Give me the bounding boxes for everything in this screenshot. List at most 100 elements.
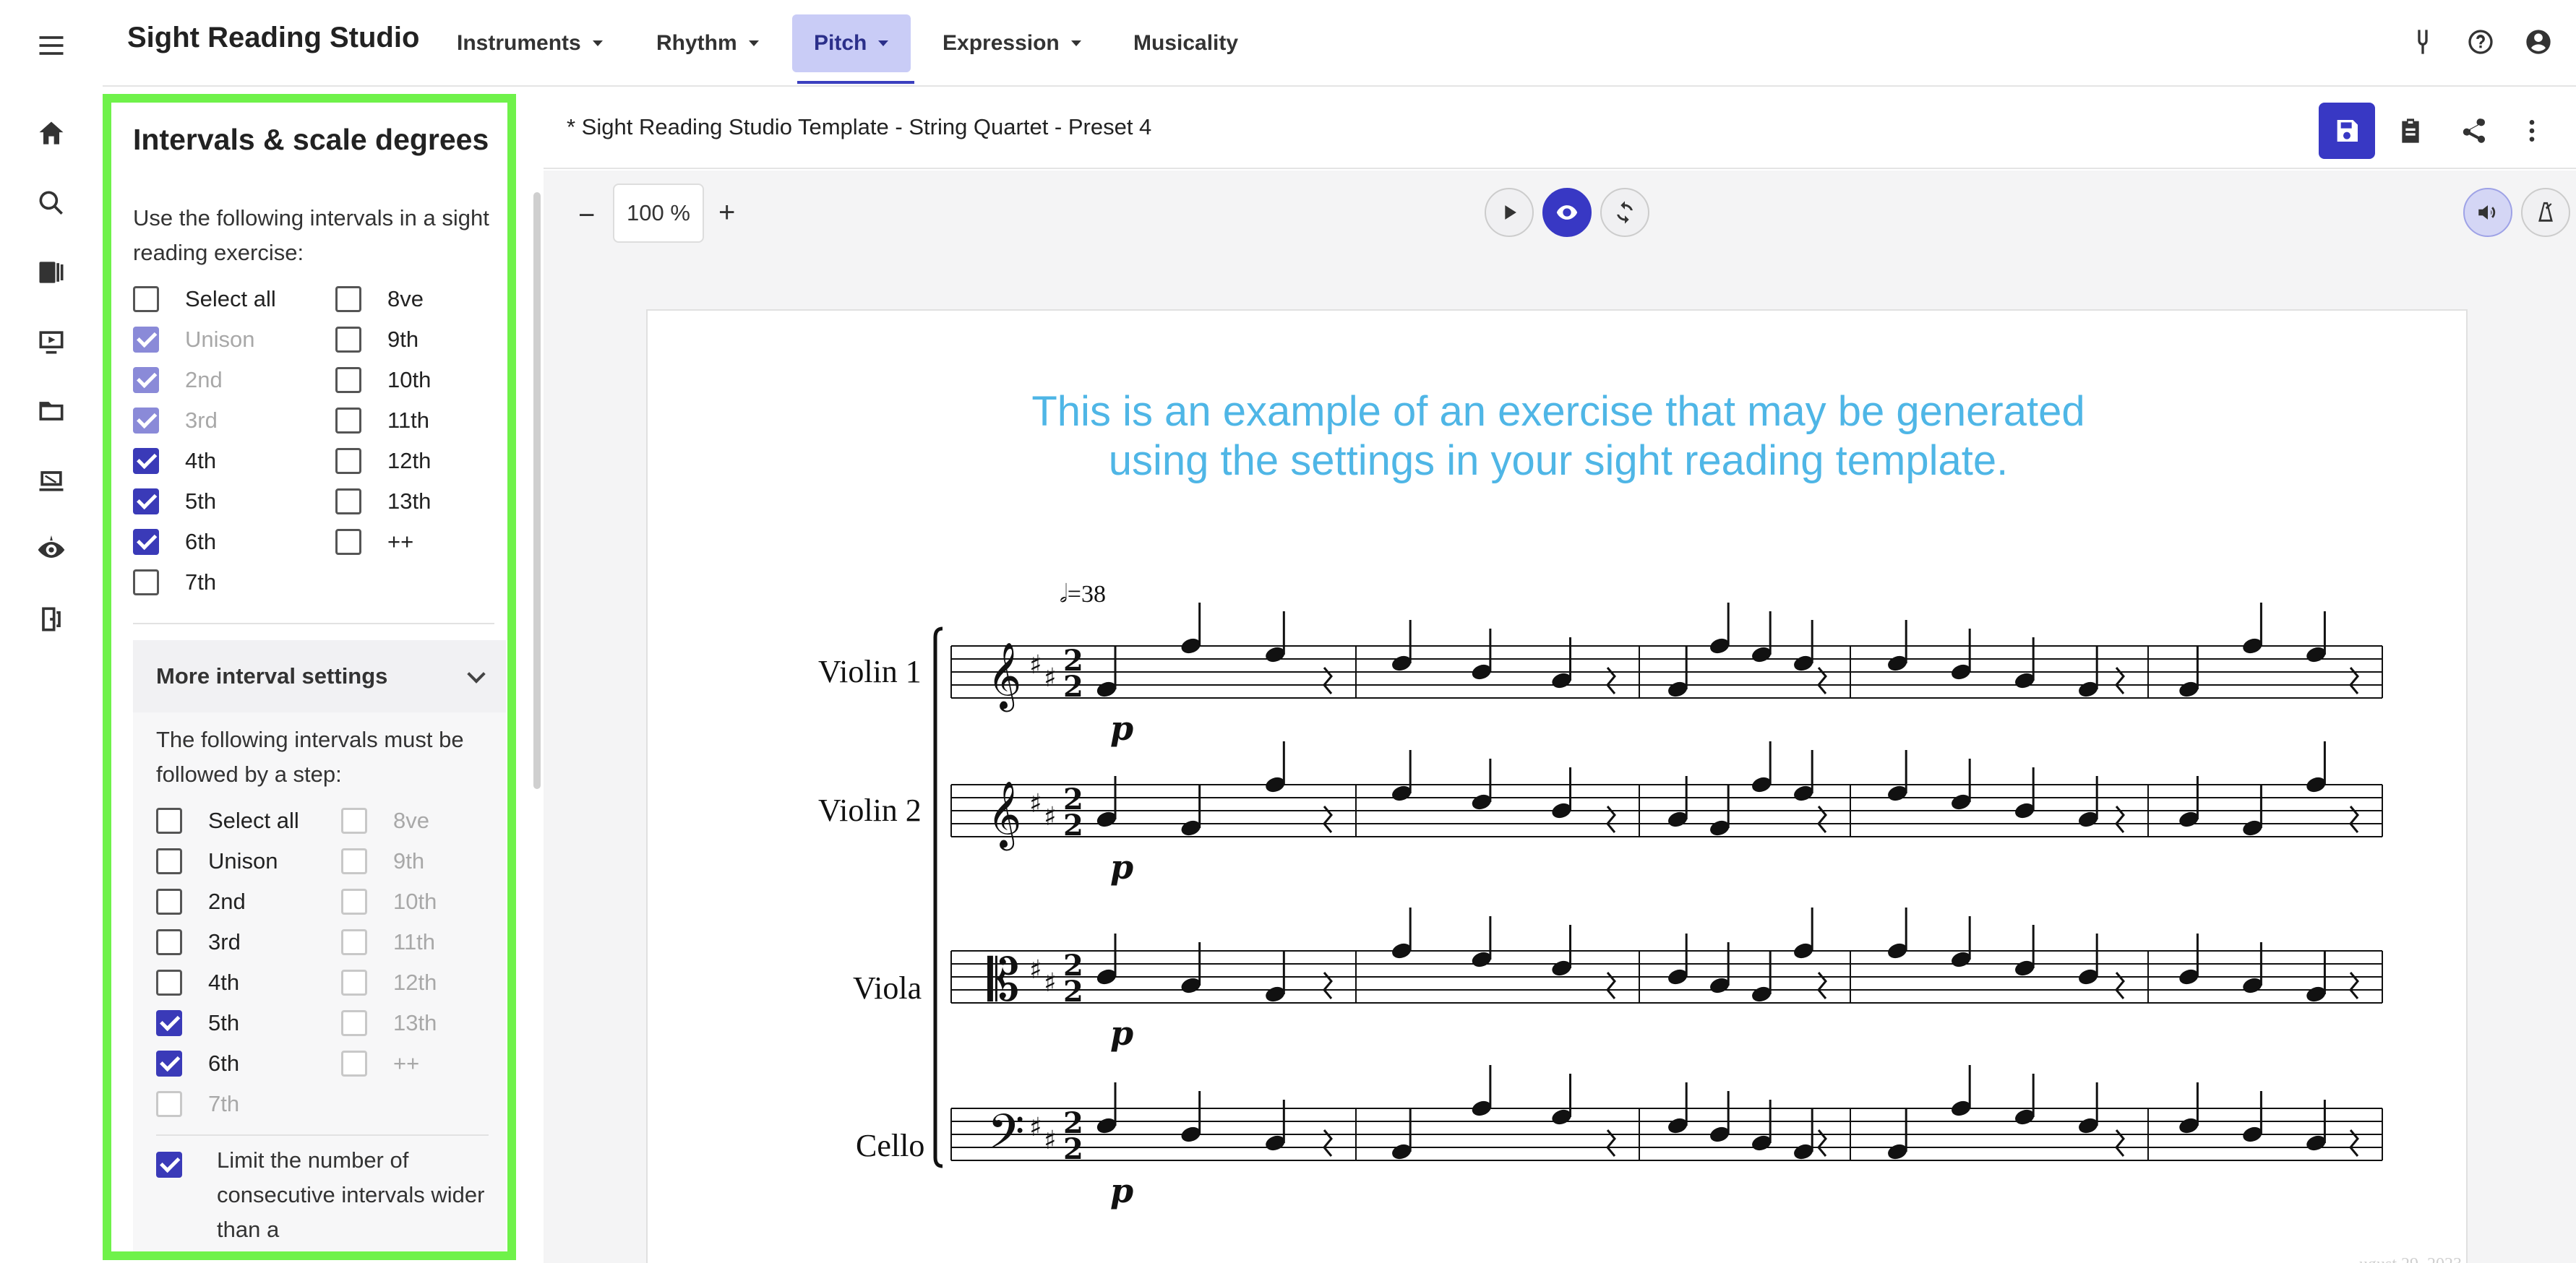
checkbox[interactable] xyxy=(335,327,361,353)
interval-12th[interactable]: 12th xyxy=(335,444,431,478)
checkbox[interactable] xyxy=(133,286,159,312)
limit-consecutive-checkbox[interactable] xyxy=(156,1147,208,1182)
exit-icon[interactable] xyxy=(29,597,74,642)
account-icon[interactable] xyxy=(2521,25,2556,59)
folder-icon[interactable] xyxy=(29,389,74,434)
checkbox[interactable] xyxy=(335,286,361,312)
checkbox[interactable] xyxy=(133,448,159,474)
icon-rail xyxy=(0,0,103,1263)
checkbox[interactable] xyxy=(156,970,182,996)
checkbox[interactable] xyxy=(335,488,361,514)
step-4th[interactable]: 4th xyxy=(156,965,239,1000)
clipboard-button[interactable] xyxy=(2382,103,2439,159)
panel-title: Intervals & scale degrees xyxy=(133,123,489,156)
sound-button[interactable] xyxy=(2463,188,2512,237)
checkbox[interactable] xyxy=(133,408,159,434)
interval-9th[interactable]: 9th xyxy=(335,322,418,357)
checkbox[interactable] xyxy=(156,1152,182,1178)
checkbox[interactable] xyxy=(156,1010,182,1036)
caret-down-icon xyxy=(1070,40,1081,46)
practice-icon[interactable] xyxy=(29,458,74,503)
nav-pitch[interactable]: Pitch xyxy=(792,14,911,72)
interval-4th[interactable]: 4th xyxy=(133,444,216,478)
interval-11th[interactable]: 11th xyxy=(335,403,429,438)
more-options-button[interactable] xyxy=(2504,103,2560,159)
zoom-input[interactable]: 100 % xyxy=(613,184,704,243)
score-workspace: − 100 % + This is an example of an exerc… xyxy=(544,171,2576,1263)
interval-8ve[interactable]: 8ve xyxy=(335,282,424,316)
interval-select-all[interactable]: Select all xyxy=(133,282,276,316)
interval-13th[interactable]: 13th xyxy=(335,484,431,519)
dynamic-marking: p xyxy=(1110,1014,1133,1053)
interval-6th[interactable]: 6th xyxy=(133,525,216,559)
step-13th: 13th xyxy=(341,1006,437,1040)
interval-unison[interactable]: Unison xyxy=(133,322,255,357)
help-icon[interactable] xyxy=(2463,25,2498,59)
checkbox[interactable] xyxy=(133,529,159,555)
checkbox-label: 9th xyxy=(393,848,425,874)
search-icon[interactable] xyxy=(29,181,74,225)
checkbox[interactable] xyxy=(156,808,182,834)
checkbox[interactable] xyxy=(335,367,361,393)
interval-5th[interactable]: 5th xyxy=(133,484,216,519)
sharp-icon: ♯ xyxy=(1044,802,1056,832)
checkbox[interactable] xyxy=(133,367,159,393)
checkbox[interactable] xyxy=(133,488,159,514)
home-icon[interactable] xyxy=(29,111,74,156)
interval-7th[interactable]: 7th xyxy=(133,565,216,600)
step-2nd[interactable]: 2nd xyxy=(156,884,246,919)
interval-10th[interactable]: 10th xyxy=(335,363,431,397)
checkbox[interactable] xyxy=(335,448,361,474)
checkbox[interactable] xyxy=(133,327,159,353)
save-button[interactable] xyxy=(2319,103,2375,159)
regenerate-button[interactable] xyxy=(1600,188,1649,237)
more-interval-settings-toggle[interactable]: More interval settings xyxy=(133,640,506,712)
step-6th[interactable]: 6th xyxy=(156,1046,239,1081)
step-select-all[interactable]: Select all xyxy=(156,803,299,838)
ear-training-icon[interactable] xyxy=(29,527,74,572)
checkbox-label: 4th xyxy=(208,970,240,995)
nav-instruments[interactable]: Instruments xyxy=(435,14,624,72)
checkbox xyxy=(341,1051,367,1077)
checkbox[interactable] xyxy=(156,929,182,955)
checkbox[interactable] xyxy=(156,848,182,874)
video-icon[interactable] xyxy=(29,319,74,364)
interval-3rd[interactable]: 3rd xyxy=(133,403,218,438)
metronome-button[interactable] xyxy=(2521,188,2570,237)
checkbox[interactable] xyxy=(335,408,361,434)
clef-icon: 𝄞 xyxy=(987,642,1021,712)
checkbox-label: 8ve xyxy=(393,808,429,833)
checkbox[interactable] xyxy=(156,1051,182,1077)
checkbox xyxy=(341,889,367,915)
interval-2nd[interactable]: 2nd xyxy=(133,363,223,397)
panel-scrollbar[interactable] xyxy=(533,192,541,789)
checkbox[interactable] xyxy=(335,529,361,555)
checkbox xyxy=(341,808,367,834)
checkbox-label: 12th xyxy=(387,448,432,473)
menu-icon[interactable] xyxy=(29,23,74,68)
view-toggle-button[interactable] xyxy=(1542,188,1592,237)
tuning-fork-icon[interactable] xyxy=(2405,25,2440,59)
nav-expression[interactable]: Expression xyxy=(921,14,1103,72)
chevron-down-icon xyxy=(467,665,486,684)
step-5th[interactable]: 5th xyxy=(156,1006,239,1040)
date-watermark: ugust 29, 2023 xyxy=(2359,1255,2462,1263)
nav-label: Expression xyxy=(943,31,1060,55)
play-button[interactable] xyxy=(1485,188,1534,237)
step-11th: 11th xyxy=(341,925,435,960)
zoom-out-button[interactable]: − xyxy=(578,199,595,232)
nav-musicality[interactable]: Musicality xyxy=(1112,14,1260,72)
share-button[interactable] xyxy=(2446,103,2502,159)
brand-title: Sight Reading Studio xyxy=(127,22,420,53)
nav-rhythm[interactable]: Rhythm xyxy=(635,14,781,72)
step-3rd[interactable]: 3rd xyxy=(156,925,241,960)
step-unison[interactable]: Unison xyxy=(156,844,278,879)
checkbox[interactable] xyxy=(133,569,159,595)
interval-compound[interactable]: ++ xyxy=(335,525,413,559)
checkbox-label: 6th xyxy=(208,1051,240,1076)
checkbox[interactable] xyxy=(156,889,182,915)
zoom-in-button[interactable]: + xyxy=(718,197,735,229)
active-tab-indicator xyxy=(797,81,914,84)
library-icon[interactable] xyxy=(29,250,74,295)
document-toolbar: * Sight Reading Studio Template - String… xyxy=(544,88,2576,169)
